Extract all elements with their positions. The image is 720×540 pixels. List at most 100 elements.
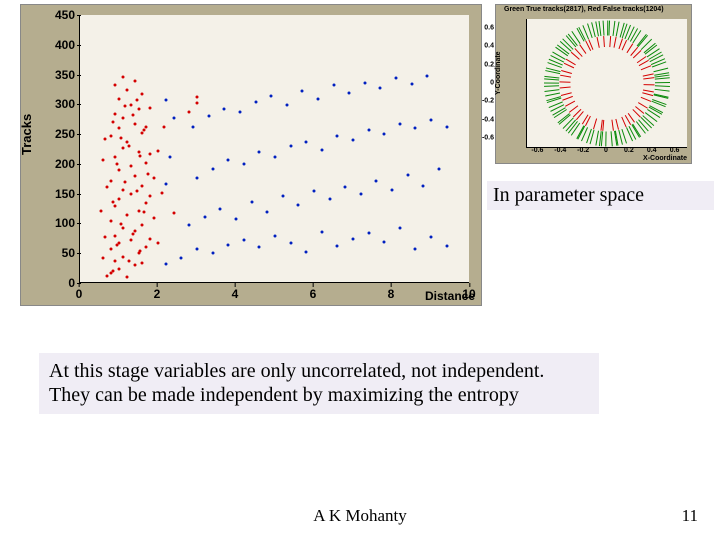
- ring-spoke-green: [605, 131, 606, 146]
- inset-x-tick: -0.4: [554, 147, 566, 174]
- scatter-point: [227, 244, 230, 247]
- scatter-point: [162, 126, 165, 129]
- scatter-point: [110, 179, 113, 182]
- scatter-point: [102, 257, 105, 260]
- scatter-point: [104, 138, 107, 141]
- scatter-point: [149, 238, 152, 241]
- scatter-point: [110, 135, 113, 138]
- scatter-point: [410, 83, 413, 86]
- scatter-point: [129, 164, 132, 167]
- scatter-point: [203, 215, 206, 218]
- scatter-point: [258, 151, 261, 154]
- scatter-point: [114, 204, 117, 207]
- scatter-point: [121, 188, 124, 191]
- ring-spoke-green: [545, 89, 560, 92]
- scatter-point: [137, 151, 140, 154]
- scatter-point: [143, 129, 146, 132]
- ring-spoke-red: [561, 70, 572, 74]
- inset-x-tick: 0.2: [624, 147, 634, 174]
- scatter-point: [157, 242, 160, 245]
- scatter-point: [118, 197, 121, 200]
- ring-spoke-green: [613, 21, 616, 36]
- scatter-point: [135, 99, 138, 102]
- scatter-point: [125, 214, 128, 217]
- scatter-point: [114, 84, 117, 87]
- y-tick-label: 0: [37, 276, 75, 290]
- inset-title: Green True tracks(2817), Red False track…: [504, 6, 664, 13]
- inset-y-tick: -0.6: [472, 134, 494, 141]
- scatter-point: [242, 163, 245, 166]
- scatter-point: [133, 123, 136, 126]
- ring-spoke-green: [655, 85, 670, 87]
- ring-spoke-red: [593, 118, 597, 129]
- scatter-point: [131, 233, 134, 236]
- scatter-point: [336, 245, 339, 248]
- scatter-point: [301, 90, 304, 93]
- ring-spoke-red: [596, 36, 599, 47]
- scatter-point: [375, 179, 378, 182]
- scatter-point: [133, 264, 136, 267]
- ring-spoke-red: [603, 36, 605, 47]
- scatter-point: [320, 230, 323, 233]
- scatter-point: [379, 87, 382, 90]
- y-tick-label: 150: [37, 187, 75, 201]
- scatter-point: [141, 93, 144, 96]
- scatter-point: [102, 158, 105, 161]
- scatter-point: [274, 234, 277, 237]
- scatter-point: [119, 136, 122, 139]
- scatter-point: [207, 115, 210, 118]
- scatter-point: [258, 246, 261, 249]
- scatter-point: [125, 141, 128, 144]
- footer-author: A K Mohanty: [0, 506, 720, 526]
- scatter-point: [116, 244, 119, 247]
- x-tick-label: 2: [154, 287, 161, 301]
- scatter-point: [223, 108, 226, 111]
- scatter-point: [367, 129, 370, 132]
- ring-spoke-red: [641, 65, 652, 70]
- scatter-point: [297, 203, 300, 206]
- x-tick-label: 6: [310, 287, 317, 301]
- scatter-point: [129, 192, 132, 195]
- scatter-point: [106, 185, 109, 188]
- y-tick-label: 100: [37, 216, 75, 230]
- scatter-point: [121, 227, 124, 230]
- ring-spoke-red: [615, 119, 619, 130]
- scatter-ylabel: Tracks: [19, 114, 34, 155]
- scatter-point: [106, 275, 109, 278]
- scatter-point: [266, 210, 269, 213]
- scatter-point: [137, 209, 140, 212]
- y-tick-label: 300: [37, 97, 75, 111]
- scatter-point: [274, 155, 277, 158]
- ring-spoke-red: [643, 77, 654, 79]
- ring-spoke-red: [644, 84, 655, 85]
- scatter-point: [196, 248, 199, 251]
- y-tick-label: 200: [37, 157, 75, 171]
- scatter-point: [160, 191, 163, 194]
- scatter-point: [188, 111, 191, 114]
- scatter-point: [118, 267, 121, 270]
- scatter-point: [192, 126, 195, 129]
- inset-x-tick: 0.4: [647, 147, 657, 174]
- footer-page-number: 11: [682, 506, 698, 526]
- scatter-point: [352, 139, 355, 142]
- scatter-point: [320, 148, 323, 151]
- scatter-point: [398, 123, 401, 126]
- scatter-point: [129, 103, 132, 106]
- scatter-point: [112, 121, 115, 124]
- scatter-point: [305, 141, 308, 144]
- scatter-point: [196, 102, 199, 105]
- scatter-point: [123, 180, 126, 183]
- inset-y-tick: -0.2: [472, 98, 494, 105]
- scatter-point: [285, 103, 288, 106]
- scatter-point: [149, 107, 152, 110]
- scatter-point: [139, 154, 142, 157]
- ring-spoke-red: [642, 92, 653, 96]
- scatter-plot-area: [79, 15, 469, 283]
- ring-spoke-red: [562, 96, 573, 101]
- scatter-point: [430, 119, 433, 122]
- scatter-point: [289, 242, 292, 245]
- scatter-point: [114, 155, 117, 158]
- scatter-point: [235, 218, 238, 221]
- scatter-point: [145, 202, 148, 205]
- ring-spoke-green: [655, 77, 670, 79]
